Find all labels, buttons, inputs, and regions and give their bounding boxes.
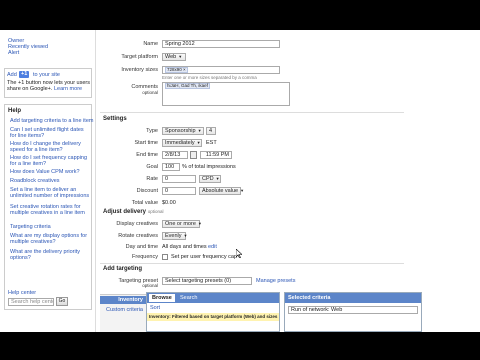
help-item[interactable]: Roadblock creatives xyxy=(10,178,60,184)
rotate-creatives-select[interactable]: Evenly ▼ xyxy=(162,232,188,240)
total-value: $0.00 xyxy=(162,200,176,206)
calendar-icon[interactable] xyxy=(190,151,197,159)
settings-title: Settings xyxy=(103,116,127,122)
tab-inventory[interactable]: Inventory xyxy=(100,296,146,304)
help-item[interactable]: How do I set frequency capping for a lin… xyxy=(10,155,90,167)
sidebar-link-alert[interactable]: Alert xyxy=(8,50,19,56)
targeting-preset-optional: optional xyxy=(142,283,158,288)
add-targeting-title: Add targeting xyxy=(103,266,142,272)
name-input[interactable]: Spring 2012 xyxy=(162,40,280,48)
targeting-preset-select[interactable]: Select targeting presets (0) xyxy=(162,277,252,285)
tab-browse[interactable]: Browse xyxy=(149,294,175,302)
help-item[interactable]: Set creative rotation rates for multiple… xyxy=(10,204,92,216)
goal-input[interactable]: 100 xyxy=(162,163,180,171)
help-search-go-button[interactable]: Go xyxy=(56,297,68,306)
manage-presets-link[interactable]: Manage presets xyxy=(256,278,295,284)
adjust-delivery-title: Adjust delivery optional xyxy=(103,209,164,215)
help-item[interactable]: Set a line item to deliver an unlimited … xyxy=(10,187,92,199)
inventory-sizes-label: Inventory sizes xyxy=(121,67,158,73)
goal-suffix: % of total impressions xyxy=(182,164,236,170)
mouse-cursor-icon xyxy=(236,249,242,258)
help-item[interactable]: What are the delivery priority options? xyxy=(10,249,92,261)
plus-one-button-icon[interactable]: +1 xyxy=(19,71,30,78)
tab-custom-criteria[interactable]: Custom criteria xyxy=(106,307,143,313)
sort-link[interactable]: Sort xyxy=(150,305,160,311)
plus-one-text: The +1 button now lets your users share … xyxy=(7,80,91,92)
end-time-label: End time xyxy=(136,152,158,158)
day-time-value: All days and times xyxy=(162,244,207,250)
frequency-checkbox-label: Set per user frequency cap xyxy=(171,254,238,260)
inventory-sizes-hint: Enter one or more sizes separated by a c… xyxy=(162,75,257,80)
help-title: Help xyxy=(8,108,22,114)
remove-icon[interactable]: × xyxy=(183,67,186,72)
total-value-label: Total value xyxy=(131,200,158,206)
video-frame: Owner Recently viewed Alert Add +1 to yo… xyxy=(0,0,480,360)
comments-textarea[interactable]: hiJaH, Gad Th, ikaef xyxy=(162,82,290,106)
type-select[interactable]: Sponsorship ▼ xyxy=(162,127,204,135)
chevron-down-icon: ▼ xyxy=(215,176,220,181)
rotate-creatives-label: Rotate creatives xyxy=(118,233,158,239)
sidebar: Owner Recently viewed Alert Add +1 to yo… xyxy=(0,30,96,332)
divider xyxy=(100,263,404,264)
help-item[interactable]: What are my display options for multiple… xyxy=(10,233,92,245)
start-time-select[interactable]: Immediately ▼ xyxy=(162,139,202,147)
frequency-label: Frequency xyxy=(132,254,158,260)
day-time-label: Day and time xyxy=(125,244,158,250)
targeting-left-tabs: Inventory Custom criteria xyxy=(100,294,146,332)
name-label: Name xyxy=(143,41,158,47)
chevron-down-icon: ▼ xyxy=(197,221,202,226)
help-item[interactable]: How does Value CPM work? xyxy=(10,169,80,175)
end-time-input[interactable]: 11:59 PM xyxy=(200,151,232,159)
divider xyxy=(100,112,404,113)
goal-label: Goal xyxy=(146,164,158,170)
help-search-input[interactable]: Search help center xyxy=(8,298,54,306)
adjust-delivery-optional: optional xyxy=(147,209,164,214)
selected-criteria-item[interactable]: Run of network: Web xyxy=(288,306,418,314)
comments-optional: optional xyxy=(142,90,158,95)
help-item[interactable]: Add targeting criteria to a line item xyxy=(10,118,93,124)
comments-text: hiJaH, Gad Th, ikaef xyxy=(165,83,210,89)
chevron-down-icon: ▼ xyxy=(183,233,188,238)
end-date-input[interactable]: 2/8/13 xyxy=(162,151,188,159)
inventory-sizes-input[interactable]: 728x90 × xyxy=(162,66,280,74)
chevron-down-icon: ▼ xyxy=(178,54,183,59)
help-center-link[interactable]: Help center xyxy=(8,290,36,296)
help-panel: Help Add targeting criteria to a line it… xyxy=(4,104,93,310)
frequency-checkbox[interactable] xyxy=(162,254,168,260)
help-item[interactable]: Can I set unlimited flight dates for lin… xyxy=(10,127,90,139)
type-number-select[interactable]: 4 xyxy=(206,127,216,135)
help-item[interactable]: How do I change the delivery speed for a… xyxy=(10,141,90,153)
discount-unit-select[interactable]: Absolute value ▼ xyxy=(199,187,245,195)
selected-criteria-panel: Selected criteria Run of network: Web xyxy=(284,292,422,332)
day-time-edit-link[interactable]: edit xyxy=(208,244,217,250)
rate-unit-select[interactable]: CPD ▼ xyxy=(199,175,221,183)
target-platform-select[interactable]: Web ▼ xyxy=(162,53,186,61)
target-platform-label: Target platform xyxy=(121,54,158,60)
chevron-down-icon: ▼ xyxy=(196,140,201,145)
chevron-down-icon: ▼ xyxy=(240,188,245,193)
tab-search[interactable]: Search xyxy=(177,294,200,302)
selected-criteria-title: Selected criteria xyxy=(285,293,421,303)
start-time-timezone: EST xyxy=(206,140,217,146)
plus-one-add-link[interactable]: Add xyxy=(7,72,17,78)
type-label: Type xyxy=(146,128,158,134)
learn-more-link[interactable]: Learn more xyxy=(54,86,82,92)
browse-panel: Browse Search Sort Inventory: Filtered b… xyxy=(146,292,280,332)
rate-input[interactable]: 0 xyxy=(162,175,196,183)
inventory-size-tag[interactable]: 728x90 × xyxy=(165,67,188,73)
display-creatives-label: Display creatives xyxy=(116,221,158,227)
chevron-down-icon: ▼ xyxy=(197,128,202,133)
help-item[interactable]: Targeting criteria xyxy=(10,224,51,230)
start-time-label: Start time xyxy=(134,140,158,146)
discount-label: Discount xyxy=(136,188,158,194)
app-screen: Owner Recently viewed Alert Add +1 to yo… xyxy=(0,30,480,332)
plus-one-suffix[interactable]: to your site xyxy=(33,72,60,78)
plus-one-promo: Add +1 to your site The +1 button now le… xyxy=(4,68,92,98)
rate-label: Rate xyxy=(146,176,158,182)
discount-input[interactable]: 0 xyxy=(162,187,196,195)
inventory-filter-banner: Inventory: Filtered based on target plat… xyxy=(147,313,279,321)
display-creatives-select[interactable]: One or more ▼ xyxy=(162,220,202,228)
